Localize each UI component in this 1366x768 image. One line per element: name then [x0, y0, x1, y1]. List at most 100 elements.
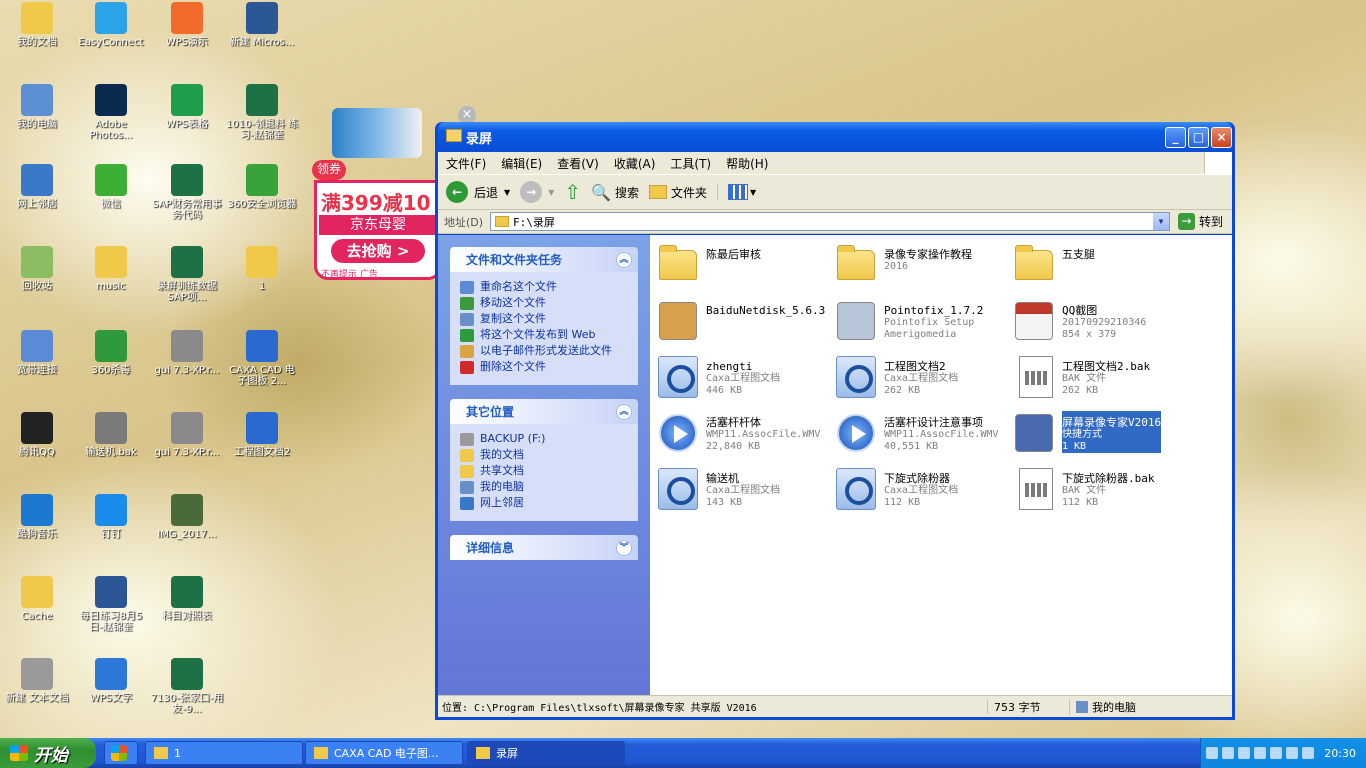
menu-view[interactable]: 查看(V) — [557, 155, 599, 172]
search-button[interactable]: 🔍 搜索 — [591, 183, 639, 202]
file-item[interactable]: 录像专家操作教程 2016 — [834, 243, 1010, 295]
task-link[interactable]: 删除这个文件 — [460, 361, 630, 374]
folders-button[interactable]: 文件夹 — [649, 184, 707, 201]
ad-promo-card[interactable]: 满399减10 京东母婴 去抢购 > 不再提示 广告 — [314, 180, 442, 280]
desktop-icon[interactable]: SAP财务常用事务代码 — [150, 164, 224, 221]
desktop-icon[interactable]: 我的电脑 — [0, 84, 74, 130]
file-item[interactable]: 屏幕录像专家V2016 快捷方式 1 KB — [1012, 411, 1188, 463]
desktop-icon[interactable]: 新建 文本文档 — [0, 658, 74, 704]
views-button[interactable]: ▼ — [717, 184, 756, 200]
file-item[interactable]: zhengti Caxa工程图文档 446 KB — [656, 355, 832, 407]
file-tasks-header[interactable]: 文件和文件夹任务 ︽ — [450, 247, 638, 272]
task-link[interactable]: 以电子邮件形式发送此文件 — [460, 345, 630, 358]
desktop-icon[interactable]: 360安全浏览器 — [225, 164, 299, 210]
maximize-button[interactable]: □ — [1188, 127, 1209, 148]
menu-help[interactable]: 帮助(H) — [726, 155, 768, 172]
desktop-icon[interactable]: 酷狗音乐 — [0, 494, 74, 540]
title-bar[interactable]: 录屏 _ □ × — [438, 122, 1232, 152]
other-places-header[interactable]: 其它位置 ︽ — [450, 399, 638, 424]
taskbar-button[interactable]: 1 — [145, 741, 303, 765]
collapse-chevron-icon[interactable]: ︽ — [616, 403, 632, 420]
file-item[interactable]: 工程图文档2.bak BAK 文件 262 KB — [1012, 355, 1188, 407]
desktop-icon[interactable]: 宽带连接 — [0, 330, 74, 376]
file-item[interactable]: 工程图文档2 Caxa工程图文档 262 KB — [834, 355, 1010, 407]
desktop-icon[interactable]: EasyConnect — [74, 2, 148, 48]
collapse-chevron-icon[interactable]: ︽ — [616, 251, 632, 268]
start-button[interactable]: 开始 — [0, 738, 96, 768]
close-button[interactable]: × — [1211, 127, 1232, 148]
desktop-icon-image — [95, 576, 127, 608]
file-item[interactable]: 输送机 Caxa工程图文档 143 KB — [656, 467, 832, 519]
desktop-icon[interactable]: 科目对照表 — [150, 576, 224, 622]
file-item[interactable]: BaiduNetdisk_5.6.3 — [656, 299, 832, 351]
task-link[interactable]: 重命名这个文件 — [460, 281, 630, 294]
go-button[interactable]: → 转到 — [1178, 213, 1223, 230]
desktop-icon[interactable]: 每日练习8月5日-赵锦奎 — [74, 576, 148, 633]
desktop-icon[interactable]: 360杀毒 — [74, 330, 148, 376]
back-button[interactable]: ← 后退 ▼ — [446, 181, 510, 203]
desktop-icon[interactable]: 录屏训练数据SAP项... — [150, 246, 224, 303]
taskbar-button[interactable]: 录屏 — [467, 741, 625, 765]
desktop-icon[interactable]: Adobe Photos... — [74, 84, 148, 141]
desktop-icon[interactable]: CAXA CAD 电子图板 2... — [225, 330, 299, 387]
forward-button[interactable]: → ▼ — [520, 181, 554, 203]
desktop-icon[interactable]: gui 7.3-XP.r... — [150, 412, 224, 458]
desktop-icon[interactable]: WPS文字 — [74, 658, 148, 704]
place-link[interactable]: 我的电脑 — [460, 481, 630, 494]
desktop-icon[interactable]: 钉钉 — [74, 494, 148, 540]
address-input[interactable]: F:\录屏 ▼ — [490, 212, 1170, 231]
file-item[interactable]: QQ截图 20170929210346 854 x 379 — [1012, 299, 1188, 351]
menu-tools[interactable]: 工具(T) — [670, 155, 711, 172]
task-link[interactable]: 将这个文件发布到 Web — [460, 329, 630, 342]
place-link[interactable]: 我的文档 — [460, 449, 630, 462]
desktop-icon[interactable]: 网上邻居 — [0, 164, 74, 210]
desktop-icon[interactable]: 1010-领退料 练习-赵锦奎 — [225, 84, 299, 141]
menu-edit[interactable]: 编辑(E) — [501, 155, 542, 172]
desktop-icon[interactable]: WPS表格 — [150, 84, 224, 130]
desktop-icon[interactable]: 工程图文档2 — [225, 412, 299, 458]
tray-icons[interactable] — [1204, 747, 1316, 759]
ad-popup[interactable]: × 领券 满399减10 京东母婴 去抢购 > 不再提示 广告 — [312, 106, 476, 280]
desktop-icon-image — [95, 164, 127, 196]
desktop-icon[interactable]: 微信 — [74, 164, 148, 210]
desktop-icon[interactable]: gui 7.3-XP.r... — [150, 330, 224, 376]
desktop-icon[interactable]: Cache — [0, 576, 74, 622]
place-link[interactable]: 共享文档 — [460, 465, 630, 478]
place-link[interactable]: BACKUP (F:) — [460, 433, 630, 446]
quick-launch[interactable] — [104, 741, 138, 765]
minimize-button[interactable]: _ — [1165, 127, 1186, 148]
file-text: Pointofix_1.7.2 Pointofix Setup Amerigomed… — [884, 299, 983, 341]
menu-file[interactable]: 文件(F) — [446, 155, 486, 172]
desktop-icon[interactable]: 回收站 — [0, 246, 74, 292]
file-item[interactable]: Pointofix_1.7.2 Pointofix Setup Amerigomed… — [834, 299, 1010, 351]
up-button[interactable]: ⇧ — [564, 180, 581, 204]
desktop-icon[interactable]: 1 — [225, 246, 299, 292]
desktop-icon[interactable]: music — [74, 246, 148, 292]
address-dropdown-icon[interactable]: ▼ — [1153, 213, 1169, 230]
file-item[interactable]: 活塞杆设计注意事项 WMP11.AssocFile.WMV 40,551 KB — [834, 411, 1010, 463]
taskbar-button[interactable]: CAXA CAD 电子图... — [305, 741, 463, 765]
task-link[interactable]: 复制这个文件 — [460, 313, 630, 326]
dropdown-arrow-icon[interactable]: ▼ — [504, 188, 510, 197]
file-item[interactable]: 下旋式除粉器.bak BAK 文件 112 KB — [1012, 467, 1188, 519]
desktop-icon[interactable]: 腾讯QQ — [0, 412, 74, 458]
expand-chevron-icon[interactable]: ︾ — [616, 539, 632, 556]
file-item[interactable]: 五支腿 — [1012, 243, 1188, 295]
desktop-icon[interactable]: WPS演示 — [150, 2, 224, 48]
ad-cta-button[interactable]: 去抢购 > — [331, 239, 425, 263]
desktop-icon[interactable]: IMG_2017... — [150, 494, 224, 540]
details-header[interactable]: 详细信息 ︾ — [450, 535, 638, 560]
file-item[interactable]: 陈最后审核 — [656, 243, 832, 295]
desktop-icon[interactable]: 我的文档 — [0, 2, 74, 48]
menu-favorites[interactable]: 收藏(A) — [614, 155, 656, 172]
window-title: 录屏 — [466, 132, 493, 147]
place-link[interactable]: 网上邻居 — [460, 497, 630, 510]
file-item[interactable]: 活塞杆杆体 WMP11.AssocFile.WMV 22,840 KB — [656, 411, 832, 463]
place-icon — [460, 449, 474, 462]
file-item[interactable]: 下旋式除粉器 Caxa工程图文档 112 KB — [834, 467, 1010, 519]
ad-footer[interactable]: 不再提示 广告 — [321, 267, 439, 280]
desktop-icon[interactable]: 7130-张家口-用友-9... — [150, 658, 224, 715]
desktop-icon[interactable]: 输送机.bak — [74, 412, 148, 458]
desktop-icon[interactable]: 新建 Micros... — [225, 2, 299, 48]
task-link[interactable]: 移动这个文件 — [460, 297, 630, 310]
